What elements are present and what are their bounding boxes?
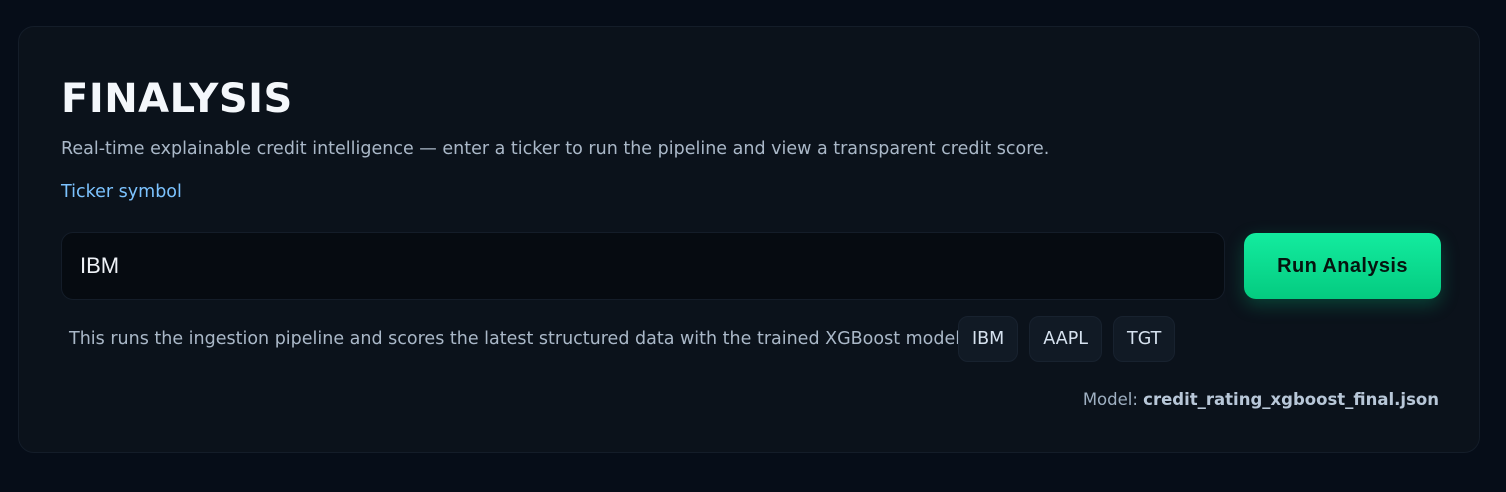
model-label: Model: bbox=[1082, 390, 1138, 409]
model-name: credit_rating_xgboost_final.json bbox=[1143, 390, 1439, 409]
ticker-input[interactable] bbox=[61, 232, 1225, 300]
app-title: FINALYSIS bbox=[61, 76, 293, 122]
helper-text: This runs the ingestion pipeline and sco… bbox=[69, 329, 966, 349]
run-analysis-button[interactable]: Run Analysis bbox=[1244, 233, 1441, 299]
quick-ticker-chips: IBM AAPL TGT bbox=[958, 316, 1176, 362]
ticker-chip-aapl[interactable]: AAPL bbox=[1029, 316, 1102, 362]
ticker-chip-tgt[interactable]: TGT bbox=[1113, 316, 1176, 362]
analysis-card: FINALYSIS Real-time explainable credit i… bbox=[18, 26, 1480, 453]
ticker-label: Ticker symbol bbox=[61, 182, 182, 202]
ticker-chip-ibm[interactable]: IBM bbox=[958, 316, 1019, 362]
app-subtitle: Real-time explainable credit intelligenc… bbox=[61, 139, 1050, 159]
model-info: Model: credit_rating_xgboost_final.json bbox=[1083, 389, 1439, 411]
